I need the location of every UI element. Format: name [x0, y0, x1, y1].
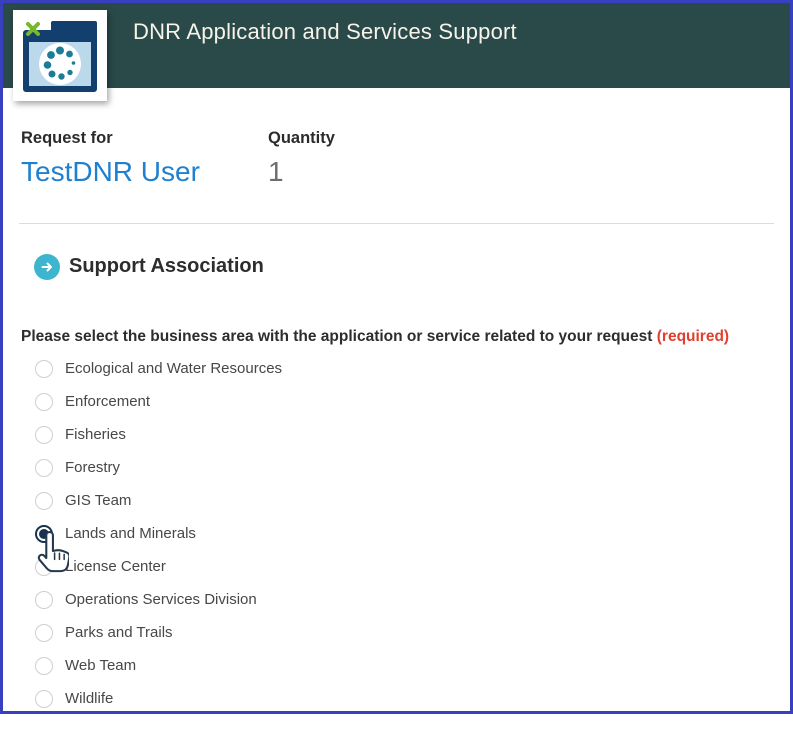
radio-option-label: GIS Team: [65, 492, 132, 509]
radio-option-label: Wildlife: [65, 690, 114, 707]
radio-button[interactable]: [35, 656, 53, 675]
radio-option-forestry[interactable]: Forestry: [19, 451, 774, 484]
page-header: DNR Application and Services Support: [3, 3, 790, 101]
radio-option-label: Forestry: [65, 459, 121, 476]
radio-option-label: License Center: [65, 558, 166, 575]
radio-button[interactable]: [35, 359, 53, 378]
radio-button[interactable]: [35, 491, 53, 510]
page-body: Request for TestDNR User Quantity 1 Supp…: [3, 128, 790, 711]
radio-option-enforcement[interactable]: Enforcement: [19, 385, 774, 418]
radio-option-license-center[interactable]: License Center: [19, 550, 774, 583]
radio-option-label: Lands and Minerals: [65, 525, 196, 542]
radio-option-ecological-and-water-resources[interactable]: Ecological and Water Resources: [19, 352, 774, 385]
radio-button[interactable]: [35, 557, 53, 576]
radio-button[interactable]: [35, 392, 53, 411]
section-title: Support Association: [69, 255, 264, 277]
radio-button[interactable]: [35, 590, 53, 609]
radio-option-operations-services-division[interactable]: Operations Services Division: [19, 583, 774, 616]
radio-button[interactable]: [35, 623, 53, 642]
catalog-item-folder-icon: [13, 10, 107, 101]
radio-button[interactable]: [35, 458, 53, 477]
radio-option-gis-team[interactable]: GIS Team: [19, 484, 774, 517]
quantity-label: Quantity: [268, 129, 335, 147]
support-association-section-header[interactable]: Support Association: [19, 253, 774, 280]
radio-option-label: Fisheries: [65, 426, 126, 443]
radio-button-selected[interactable]: [35, 524, 53, 543]
radio-option-parks-and-trails[interactable]: Parks and Trails: [19, 616, 774, 649]
radio-option-label: Operations Services Division: [65, 591, 257, 608]
request-meta-row: Request for TestDNR User Quantity 1: [19, 128, 774, 190]
radio-button[interactable]: [35, 689, 53, 708]
quantity-column: Quantity 1: [268, 128, 335, 190]
section-divider: [19, 223, 774, 224]
radio-option-label: Web Team: [65, 657, 137, 674]
business-area-question: Please select the business area with the…: [19, 328, 774, 346]
radio-option-web-team[interactable]: Web Team: [19, 649, 774, 682]
business-area-radio-group: Ecological and Water Resources Enforceme…: [19, 352, 774, 711]
radio-option-label: Parks and Trails: [65, 624, 173, 641]
request-for-label: Request for: [21, 129, 113, 147]
radio-option-label: Ecological and Water Resources: [65, 360, 283, 377]
radio-option-lands-and-minerals[interactable]: Lands and Minerals: [19, 517, 774, 550]
radio-button[interactable]: [35, 425, 53, 444]
required-indicator: (required): [656, 328, 730, 345]
radio-option-wildlife[interactable]: Wildlife: [19, 682, 774, 711]
quantity-value: 1: [268, 156, 284, 187]
radio-option-label: Enforcement: [65, 393, 151, 410]
request-for-column: Request for TestDNR User: [21, 128, 268, 190]
catalog-item-page: DNR Application and Services Support Req…: [0, 0, 793, 714]
page-title: DNR Application and Services Support: [133, 19, 517, 44]
request-for-user-link[interactable]: TestDNR User: [21, 154, 268, 190]
radio-option-fisheries[interactable]: Fisheries: [19, 418, 774, 451]
question-text: Please select the business area with the…: [21, 328, 653, 345]
arrow-right-circle-icon: [34, 253, 60, 280]
